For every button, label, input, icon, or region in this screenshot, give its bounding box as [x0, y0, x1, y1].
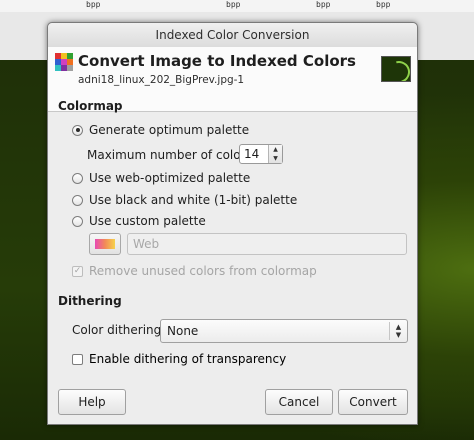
radio-indicator[interactable]: [72, 215, 83, 227]
checkbox-indicator[interactable]: ✓: [72, 265, 83, 277]
ruler-label: bpp: [316, 0, 331, 9]
custom-palette-field[interactable]: Web: [127, 233, 407, 255]
radio-custom-palette[interactable]: Use custom palette: [72, 214, 206, 228]
header-subtitle: adni18_linux_202_BigPrev.jpg-1: [78, 74, 245, 86]
colormap-section-label: Colormap: [58, 99, 123, 113]
radio-indicator[interactable]: [72, 124, 83, 136]
radio-generate-optimum[interactable]: Generate optimum palette: [72, 123, 249, 137]
ruler-label: bpp: [86, 0, 101, 9]
checkbox-indicator[interactable]: [72, 353, 83, 365]
dialog-titlebar[interactable]: Indexed Color Conversion: [48, 23, 417, 48]
radio-indicator[interactable]: [72, 194, 83, 206]
radio-label: Use black and white (1-bit) palette: [89, 193, 298, 207]
updown-chevron-icon: ▲ ▼: [389, 322, 407, 340]
dithering-section-label: Dithering: [58, 294, 122, 308]
radio-label: Use web-optimized palette: [89, 171, 251, 185]
checkbox-label: Remove unused colors from colormap: [89, 264, 317, 278]
indexed-color-dialog: Indexed Color Conversion Convert Image t…: [47, 22, 418, 425]
radio-label: Generate optimum palette: [89, 123, 250, 137]
spin-up-icon[interactable]: ▲: [269, 145, 282, 154]
color-dithering-value: None: [167, 324, 199, 338]
radio-black-white[interactable]: Use black and white (1-bit) palette: [72, 193, 297, 207]
spinner-buttons[interactable]: ▲ ▼: [268, 145, 282, 163]
convert-button[interactable]: Convert: [338, 389, 408, 415]
ruler-label: bpp: [376, 0, 391, 9]
image-thumbnail: [381, 56, 411, 82]
radio-web-optimized[interactable]: Use web-optimized palette: [72, 171, 250, 185]
checkbox-remove-unused[interactable]: ✓ Remove unused colors from colormap: [72, 264, 317, 278]
color-dithering-select[interactable]: None ▲ ▼: [160, 319, 408, 343]
header-title: Convert Image to Indexed Colors: [78, 52, 356, 70]
checkbox-label: Enable dithering of transparency: [89, 352, 287, 366]
ruler-label: bpp: [226, 0, 241, 9]
max-colors-spinner[interactable]: 14 ▲ ▼: [239, 144, 283, 164]
indexed-palette-icon: [55, 53, 73, 71]
palette-picker-button[interactable]: [89, 233, 121, 255]
help-button[interactable]: Help: [58, 389, 126, 415]
checkbox-dither-transparency[interactable]: Enable dithering of transparency: [72, 352, 286, 366]
cancel-button[interactable]: Cancel: [265, 389, 333, 415]
radio-label: Use custom palette: [89, 214, 206, 228]
custom-palette-name: Web: [133, 237, 160, 251]
palette-swatch-icon: [95, 239, 115, 249]
max-colors-value[interactable]: 14: [244, 147, 259, 161]
spin-down-icon[interactable]: ▼: [269, 154, 282, 163]
color-dithering-label: Color dithering:: [72, 323, 166, 337]
radio-indicator[interactable]: [72, 172, 83, 184]
max-colors-label: Maximum number of colors:: [87, 148, 256, 162]
